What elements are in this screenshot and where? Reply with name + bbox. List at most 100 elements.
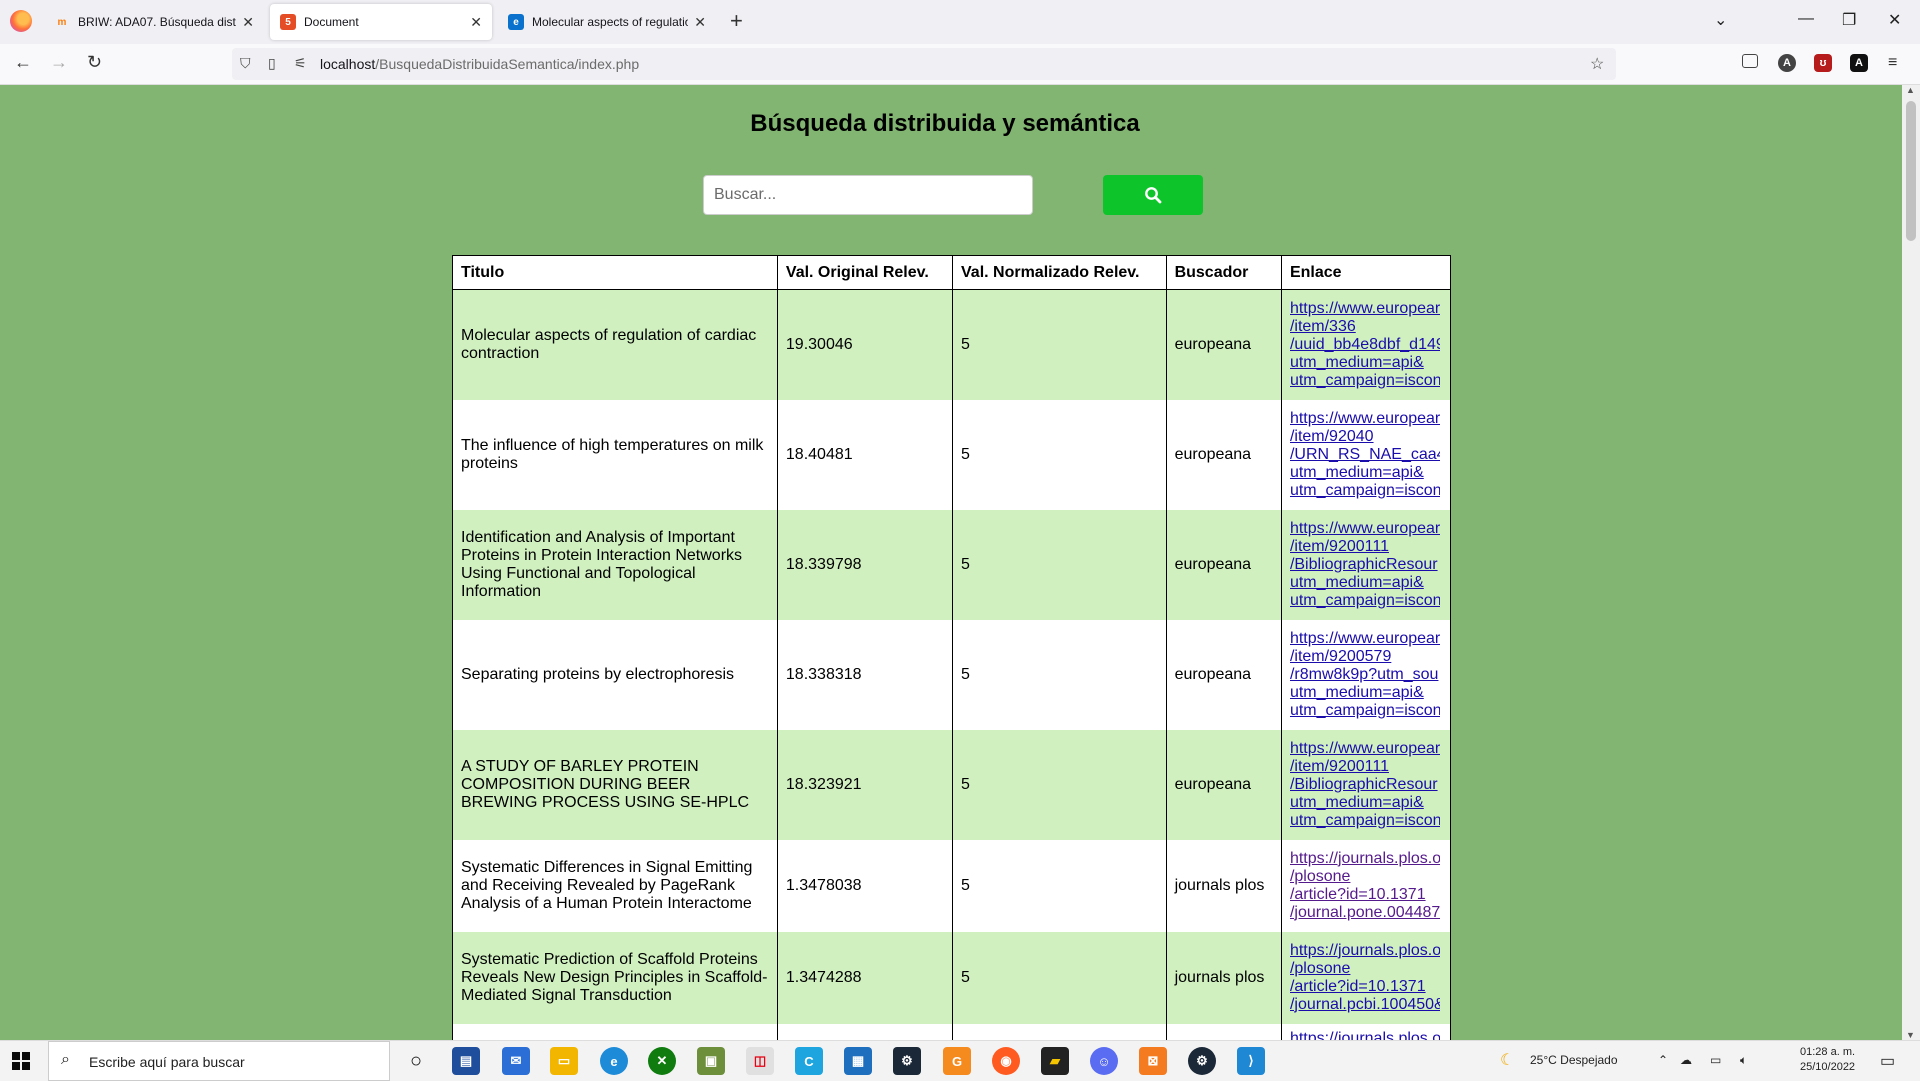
calculator-store-icon[interactable]: ▤ <box>452 1047 480 1075</box>
search-engine: journals plos <box>1165 839 1282 932</box>
result-title: Systematic Differences in Signal Emittin… <box>452 839 778 932</box>
result-title: A STUDY OF BARLEY PROTEIN COMPOSITION DU… <box>452 729 778 840</box>
normalized-relevance: 5 <box>952 729 1167 840</box>
page-icon[interactable]: ▯ <box>268 55 276 72</box>
result-link-cell: https://www.europear /item/9200111 /Bibl… <box>1280 509 1452 620</box>
result-link[interactable]: https://www.europear /item/9200111 /Bibl… <box>1290 740 1440 830</box>
result-link-cell: https://www.europear /item/9200111 /Bibl… <box>1280 729 1452 840</box>
search-engine: europeana <box>1165 729 1282 840</box>
tab-title: Document <box>304 15 359 29</box>
onedrive-icon[interactable]: ☁ <box>1680 1053 1692 1067</box>
xampp-icon[interactable]: ⊠ <box>1139 1047 1167 1075</box>
network-icon[interactable]: ▭ <box>1710 1053 1721 1067</box>
result-link[interactable]: https://www.europear /item/9200579 /r8mw… <box>1290 630 1440 720</box>
reload-icon[interactable]: ↻ <box>87 52 102 73</box>
close-window-button[interactable]: ✕ <box>1888 10 1901 30</box>
result-link[interactable]: https://journals.plos.o /plosone /articl… <box>1290 942 1440 1014</box>
tab-molecular[interactable]: e Molecular aspects of regulation ✕ <box>498 4 716 40</box>
pocket-icon[interactable] <box>1742 54 1758 68</box>
result-link[interactable]: https://journals.plos.o /plosone /articl… <box>1290 850 1440 922</box>
close-icon[interactable]: ✕ <box>242 14 254 31</box>
page-scrollbar[interactable]: ▲ ▼ <box>1902 85 1920 1040</box>
tab-list-chevron-icon[interactable]: ⌄ <box>1714 10 1727 30</box>
taskbar-search-box[interactable]: ⌕ Escribe aquí para buscar <box>48 1041 390 1081</box>
normalized-relevance: 5 <box>952 839 1167 932</box>
scrollbar-thumb[interactable] <box>1906 101 1916 241</box>
windows-start-icon[interactable] <box>12 1052 30 1070</box>
ublock-icon[interactable]: ʊ <box>1814 54 1832 72</box>
steam-alt-icon[interactable]: ⚙ <box>1188 1047 1216 1075</box>
minimize-button[interactable]: — <box>1798 10 1814 28</box>
normalized-relevance: 5 <box>952 509 1167 620</box>
sticky-notes-icon[interactable]: ▰ <box>1041 1047 1069 1075</box>
speaker-icon[interactable]: 🔈︎ <box>1740 1053 1747 1068</box>
menu-icon[interactable]: ≡ <box>1888 54 1897 72</box>
git-icon[interactable]: G <box>943 1047 971 1075</box>
column-header: Val. Original Relev. <box>776 255 954 290</box>
cortana-icon[interactable]: ○ <box>402 1047 430 1075</box>
firefox-taskbar-icon[interactable]: ◉ <box>992 1047 1020 1075</box>
tab-strip: m BRIW: ADA07. Búsqueda distrib ✕ 5 Docu… <box>0 0 1920 44</box>
discord-icon[interactable]: ☺ <box>1090 1047 1118 1075</box>
file-explorer-icon[interactable]: ▭ <box>550 1047 578 1075</box>
result-link[interactable]: https://www.europear /item/92040 /URN_RS… <box>1290 410 1440 500</box>
result-link-cell: https://www.europear /item/336 /uuid_bb4… <box>1280 289 1452 400</box>
search-engine: europeana <box>1165 289 1282 400</box>
tab-briw[interactable]: m BRIW: ADA07. Búsqueda distrib ✕ <box>44 4 264 40</box>
normalized-relevance: 5 <box>952 289 1167 400</box>
table-header-row: Titulo Val. Original Relev. Val. Normali… <box>452 255 1452 290</box>
account-icon[interactable]: A <box>1778 54 1796 72</box>
xbox-icon[interactable]: ✕ <box>648 1047 676 1075</box>
switch-icon[interactable]: ◫ <box>746 1047 774 1075</box>
search-button[interactable] <box>1103 175 1203 215</box>
search-input[interactable] <box>703 175 1033 215</box>
normalized-relevance: 5 <box>952 619 1167 730</box>
result-link[interactable]: https://journals.plos.o <box>1290 1030 1440 1041</box>
table-row: A STUDY OF BARLEY PROTEIN COMPOSITION DU… <box>452 729 1452 840</box>
scroll-down-icon[interactable]: ▼ <box>1906 1030 1915 1040</box>
navigation-bar: ← → ↻ ⛉ ▯ ⚟ localhost/BusquedaDistribuid… <box>0 44 1920 85</box>
result-title: Molecular aspects of regulation of cardi… <box>452 289 778 400</box>
table-row: Molecular aspects of regulation of cardi… <box>452 289 1452 400</box>
close-icon[interactable]: ✕ <box>470 14 482 31</box>
restore-button[interactable]: ❐ <box>1842 10 1856 30</box>
new-tab-button[interactable]: + <box>730 10 743 32</box>
forward-arrow-icon[interactable]: → <box>50 52 68 73</box>
notifications-icon[interactable]: ▭ <box>1880 1051 1895 1071</box>
mail-icon[interactable]: ✉ <box>502 1047 530 1075</box>
close-icon[interactable]: ✕ <box>694 14 706 31</box>
original-relevance: 1.3478038 <box>776 839 954 932</box>
tab-document[interactable]: 5 Document ✕ <box>270 4 492 40</box>
result-title: Separating proteins by electrophoresis <box>452 619 778 730</box>
scroll-up-icon[interactable]: ▲ <box>1906 85 1915 95</box>
weather-text[interactable]: 25°C Despejado <box>1530 1053 1618 1067</box>
normalized-relevance <box>952 1023 1167 1040</box>
permissions-icon[interactable]: ⚟ <box>294 55 307 72</box>
clock-date: 25/10/2022 <box>1800 1061 1856 1073</box>
result-link[interactable]: https://www.europear /item/9200111 /Bibl… <box>1290 520 1440 610</box>
calendar-app-icon[interactable]: ▦ <box>844 1047 872 1075</box>
result-link-cell: https://www.europear /item/92040 /URN_RS… <box>1280 399 1452 510</box>
clock[interactable]: 01:28 a. m. 25/10/2022 <box>1800 1045 1855 1075</box>
vscode-icon[interactable]: ⟩ <box>1237 1047 1265 1075</box>
steam-icon[interactable]: ⚙ <box>893 1047 921 1075</box>
firefox-icon[interactable] <box>10 10 32 32</box>
back-arrow-icon[interactable]: ← <box>14 52 32 73</box>
edge-icon[interactable]: e <box>600 1047 628 1075</box>
table-row: Identification and Analysis of Important… <box>452 509 1452 620</box>
tab-title: BRIW: ADA07. Búsqueda distrib <box>78 15 237 29</box>
search-engine: europeana <box>1165 619 1282 730</box>
minecraft-icon[interactable]: ▣ <box>697 1047 725 1075</box>
shield-icon[interactable]: ⛉ <box>240 55 251 72</box>
url-text[interactable]: localhost/BusquedaDistribuidaSemantica/i… <box>320 56 639 72</box>
result-link[interactable]: https://www.europear /item/336 /uuid_bb4… <box>1290 300 1440 390</box>
bookmark-star-icon[interactable]: ☆ <box>1590 54 1604 74</box>
c-app-icon[interactable]: C <box>795 1047 823 1075</box>
url-bar[interactable]: ⛉ ▯ ⚟ localhost/BusquedaDistribuidaSeman… <box>232 48 1616 80</box>
original-relevance: 18.338318 <box>776 619 954 730</box>
tray-chevron-icon[interactable]: ⌃ <box>1658 1053 1668 1067</box>
html-icon: 5 <box>280 14 296 30</box>
weather-moon-icon[interactable]: ☾ <box>1500 1050 1514 1070</box>
extension-a-icon[interactable]: A <box>1850 54 1868 72</box>
result-link-cell: https://journals.plos.o /plosone /articl… <box>1280 931 1452 1024</box>
